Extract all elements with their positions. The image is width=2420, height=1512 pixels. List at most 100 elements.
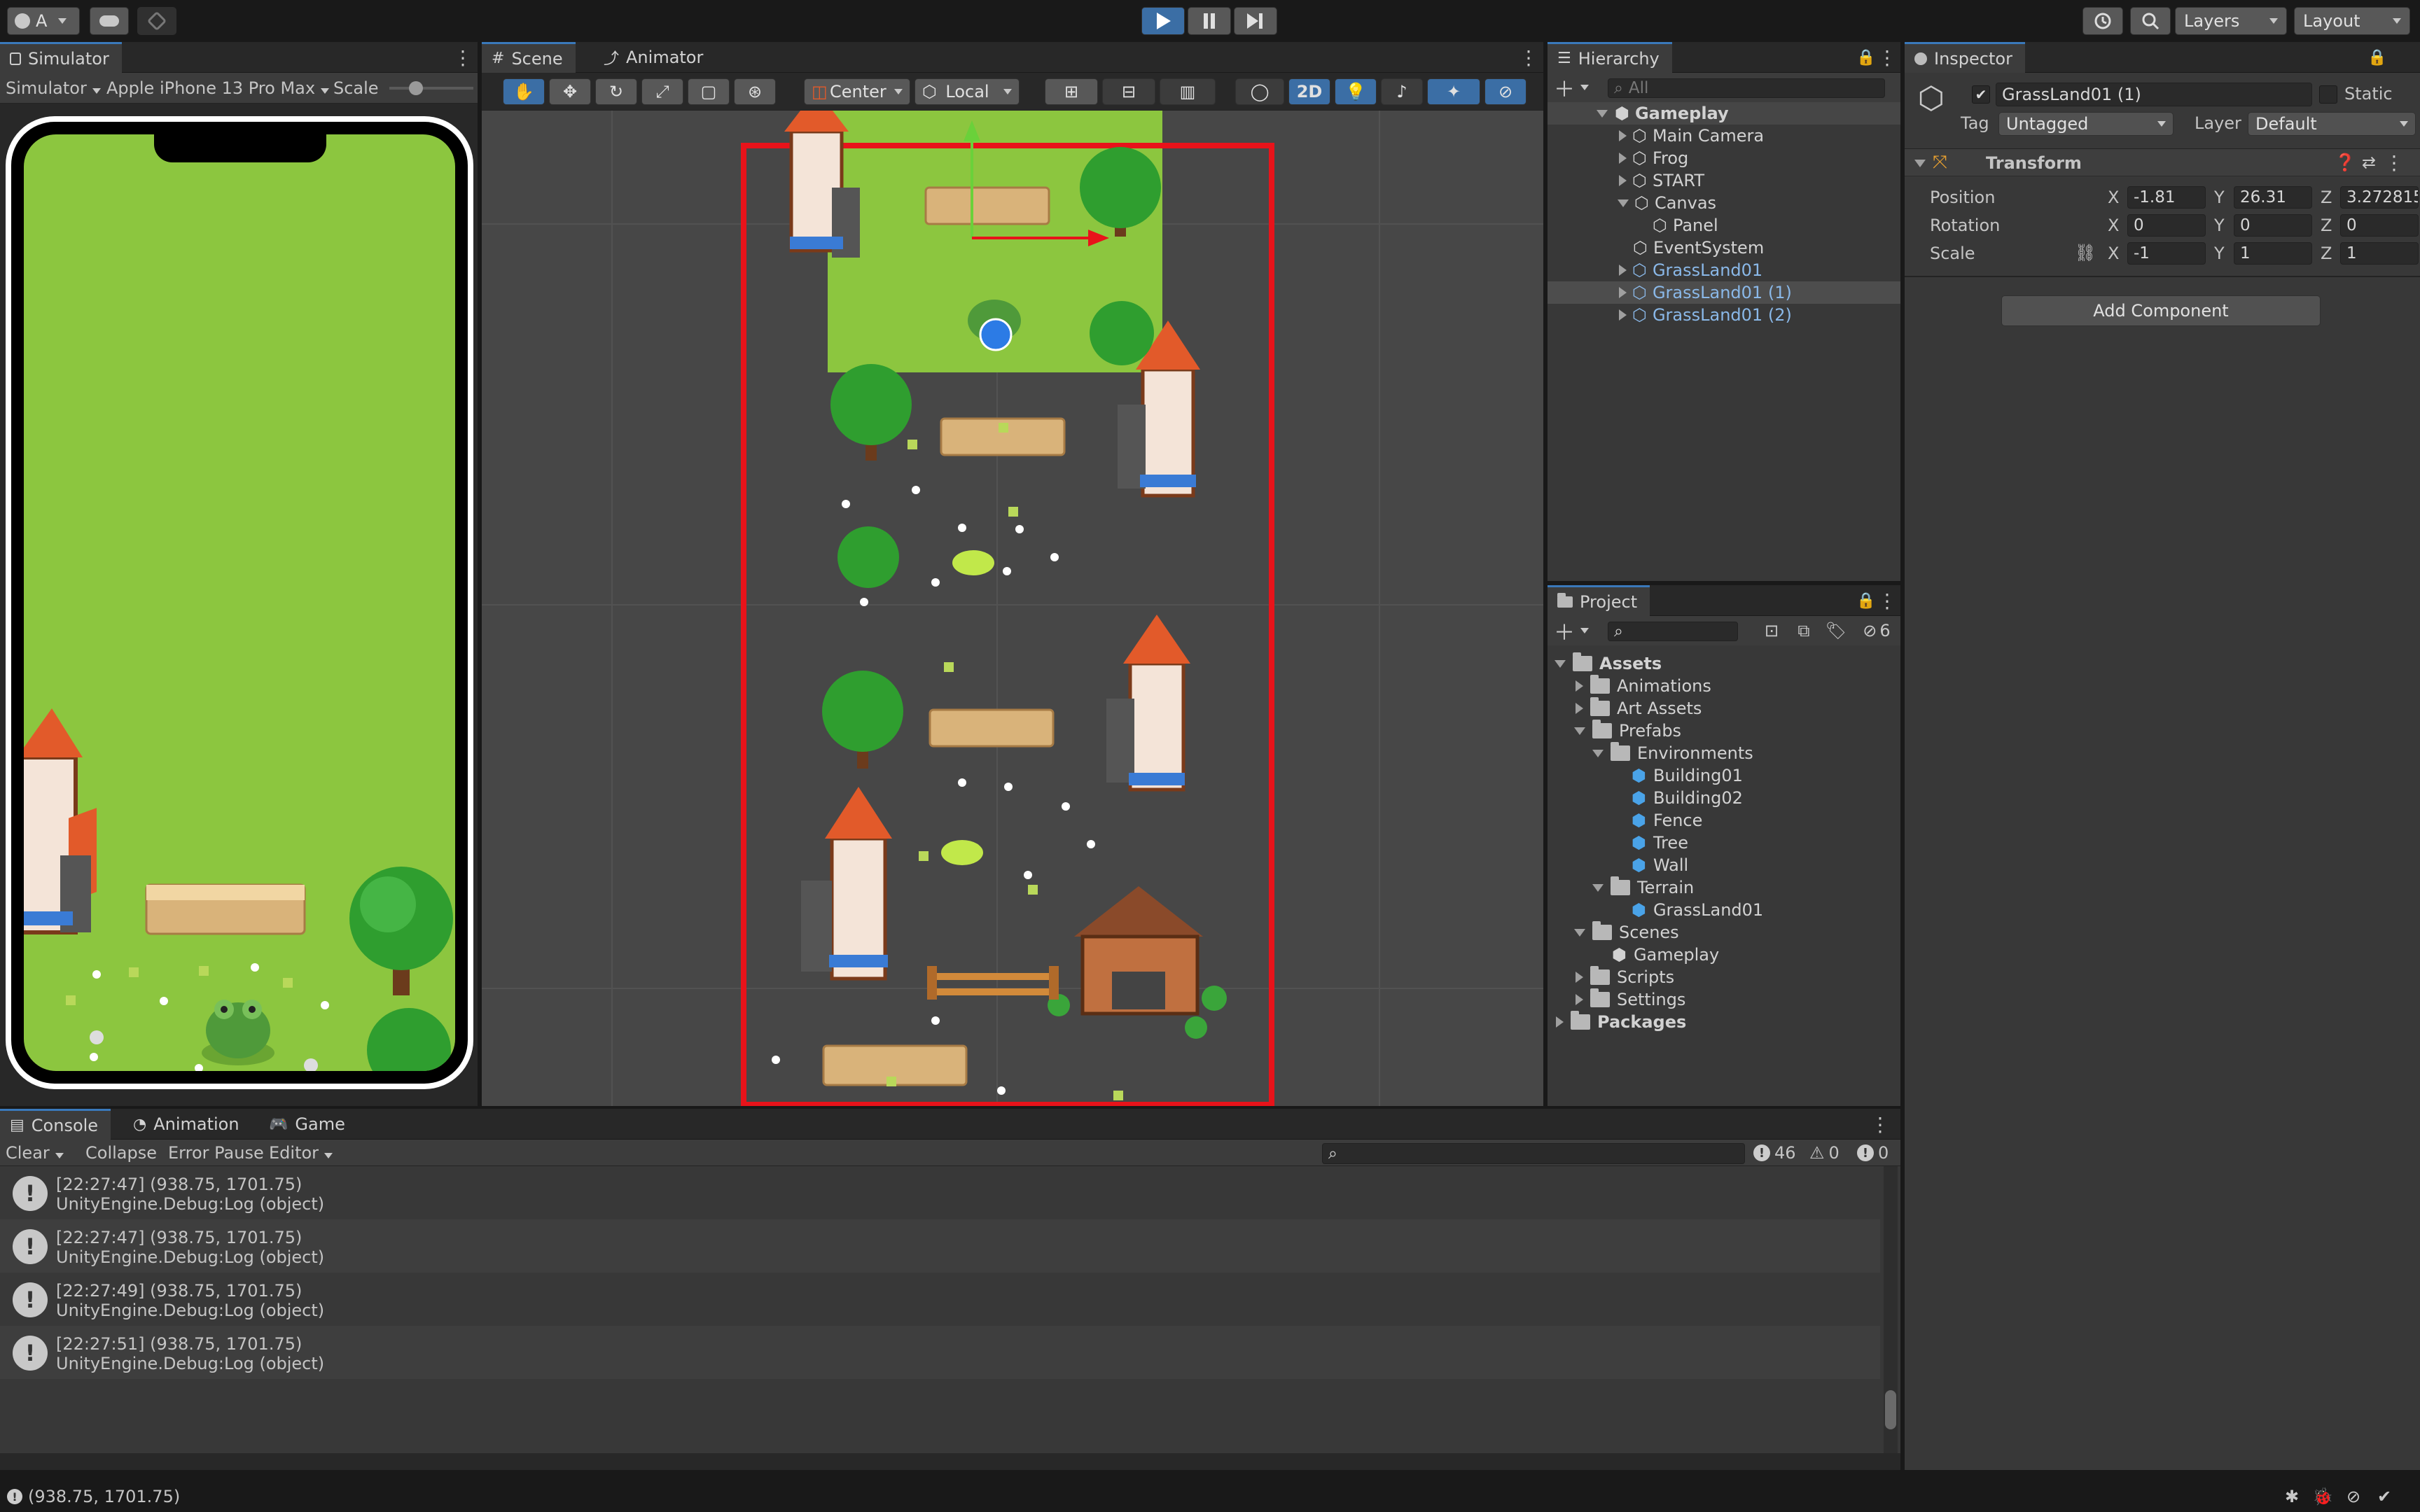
scale-tool-button[interactable]: ⤢ <box>641 78 683 105</box>
layout-dropdown[interactable]: Layout <box>2294 7 2410 35</box>
status-message[interactable]: ! (938.75, 1701.75) <box>7 1487 180 1506</box>
filter-by-label-icon[interactable]: ⧉ <box>1791 619 1816 643</box>
hierarchy-item[interactable]: ⬡ Panel <box>1548 214 1900 237</box>
project-item[interactable]: ⬢ GrassLand01 <box>1548 899 1900 921</box>
simulator-mode-dropdown[interactable]: Simulator <box>6 78 101 98</box>
scrollbar-thumb[interactable] <box>1885 1390 1896 1429</box>
lock-icon[interactable]: 🔒 <box>2367 45 2388 70</box>
tag-dropdown[interactable]: Untagged <box>1998 112 2174 136</box>
project-item[interactable]: ⬢ Wall <box>1548 854 1900 876</box>
auto-generate-lighting-icon[interactable]: ⊘ <box>2342 1485 2365 1508</box>
tab-simulator[interactable]: Simulator <box>0 42 122 73</box>
more-menu-icon[interactable]: ⋮ <box>1518 45 1539 70</box>
preset-icon[interactable]: ⇄ <box>2358 152 2379 173</box>
increment-snap-button[interactable]: ⊟ <box>1102 78 1155 105</box>
error-pause-toggle[interactable]: Error Pause <box>168 1143 264 1163</box>
draw-mode-dropdown[interactable]: ◯ <box>1235 78 1284 105</box>
tab-inspector[interactable]: Inspector <box>1905 42 2025 73</box>
hierarchy-item[interactable]: ⬡ Frog <box>1548 147 1900 169</box>
position-x-field[interactable]: -1.81 <box>2127 186 2206 209</box>
create-dropdown[interactable]: ＋ <box>1552 617 1591 645</box>
project-item[interactable]: Settings <box>1548 988 1900 1011</box>
pivot-dropdown[interactable]: ◫ Center <box>804 78 910 105</box>
add-dropdown[interactable]: ＋ <box>1552 74 1591 102</box>
static-checkbox[interactable] <box>2319 85 2337 104</box>
console-scrollbar[interactable] <box>1884 1166 1898 1453</box>
tab-hierarchy[interactable]: ☰ Hierarchy <box>1548 42 1672 73</box>
hand-tool-button[interactable]: ✋ <box>503 78 545 105</box>
scale-slider[interactable] <box>389 81 473 95</box>
project-item[interactable]: Scripts <box>1548 966 1900 988</box>
object-name-input[interactable]: GrassLand01 (1) <box>1996 83 2312 106</box>
audio-toggle-button[interactable]: ♪ <box>1381 78 1423 105</box>
move-tool-button[interactable]: ✥ <box>549 78 591 105</box>
search-button[interactable] <box>2130 7 2171 35</box>
console-search-input[interactable]: ⌕ <box>1322 1143 1745 1164</box>
transform-tool-button[interactable]: ⊛ <box>734 78 776 105</box>
hierarchy-item[interactable]: ⬡ Main Camera <box>1548 125 1900 147</box>
rect-tool-button[interactable]: ▢ <box>688 78 730 105</box>
log-entry[interactable]: ! [22:27:47] (938.75, 1701.75) UnityEngi… <box>0 1166 1880 1219</box>
pause-button[interactable] <box>1188 7 1231 35</box>
project-item[interactable]: Scenes <box>1548 921 1900 944</box>
scale-y-field[interactable]: 1 <box>2234 242 2312 265</box>
project-item[interactable]: Art Assets <box>1548 697 1900 720</box>
project-item-assets[interactable]: Assets <box>1548 652 1900 675</box>
more-menu-icon[interactable]: ⋮ <box>1870 1112 1891 1137</box>
tab-game[interactable]: 🎮 Game <box>259 1109 358 1140</box>
play-button[interactable] <box>1141 7 1185 35</box>
lock-icon[interactable]: 🔒 <box>1856 588 1877 613</box>
step-button[interactable] <box>1234 7 1277 35</box>
position-z-field[interactable]: 3.272815 <box>2340 186 2419 209</box>
debug-mode-icon[interactable]: ✱ <box>2280 1485 2304 1508</box>
clear-button[interactable]: Clear <box>6 1143 64 1163</box>
project-item[interactable]: ⬢ Building01 <box>1548 764 1900 787</box>
scale-x-field[interactable]: -1 <box>2127 242 2206 265</box>
lighting-toggle-button[interactable]: 💡 <box>1335 78 1377 105</box>
layers-dropdown[interactable]: Layers <box>2175 7 2287 35</box>
project-item[interactable]: ⬢ Fence <box>1548 809 1900 832</box>
device-dropdown[interactable]: Apple iPhone 13 Pro Max <box>106 78 330 98</box>
hierarchy-item[interactable]: ⬡ GrassLand01 (2) <box>1548 304 1900 326</box>
log-entry[interactable]: ! [22:27:51] (938.75, 1701.75) UnityEngi… <box>0 1326 1880 1379</box>
add-component-button[interactable]: Add Component <box>2001 295 2321 326</box>
layer-dropdown[interactable]: Default <box>2248 112 2416 136</box>
grid-snap-button[interactable]: ⊞ <box>1045 78 1098 105</box>
hierarchy-item[interactable]: ⬡ EventSystem <box>1548 237 1900 259</box>
more-menu-icon[interactable]: ⋮ <box>452 45 473 70</box>
progress-check-icon[interactable]: ✔ <box>2372 1485 2396 1508</box>
2d-toggle-button[interactable]: 2D <box>1288 78 1330 105</box>
rotate-tool-button[interactable]: ↻ <box>595 78 637 105</box>
search-by-type-icon[interactable]: ⊡ <box>1759 619 1784 643</box>
game-screen[interactable] <box>24 134 455 1071</box>
scale-z-field[interactable]: 1 <box>2340 242 2419 265</box>
rotation-y-field[interactable]: 0 <box>2234 214 2312 237</box>
collab-button[interactable] <box>137 7 176 35</box>
more-menu-icon[interactable]: ⋮ <box>2384 151 2405 174</box>
help-icon[interactable]: ❓ <box>2335 152 2356 173</box>
bug-icon[interactable]: 🐞 <box>2311 1485 2335 1508</box>
history-button[interactable] <box>2082 7 2123 35</box>
tab-animator[interactable]: ⤴ Animator <box>594 42 716 73</box>
tab-scene[interactable]: # Scene <box>482 42 576 73</box>
hierarchy-search-input[interactable]: ⌕ All <box>1608 78 1885 98</box>
transform-header[interactable]: ⤧ Transform ❓ ⇄ ⋮ <box>1905 148 2420 176</box>
log-entry[interactable]: ! [22:27:49] (938.75, 1701.75) UnityEngi… <box>0 1273 1880 1326</box>
tab-console[interactable]: ▤ Console <box>0 1109 111 1140</box>
project-item[interactable]: ⬢ Gameplay <box>1548 944 1900 966</box>
tag-icon[interactable]: 🏷 <box>1823 619 1849 643</box>
visibility-toggle-button[interactable]: ⊘ <box>1484 78 1527 105</box>
collapse-toggle[interactable]: Collapse <box>85 1143 157 1163</box>
project-item[interactable]: Animations <box>1548 675 1900 697</box>
scene-viewport[interactable] <box>482 111 1543 1106</box>
project-item[interactable]: Terrain <box>1548 876 1900 899</box>
scale-slider-thumb[interactable] <box>409 81 423 95</box>
rotation-x-field[interactable]: 0 <box>2127 214 2206 237</box>
constrain-proportions-icon[interactable]: ⛓ <box>2073 241 2098 265</box>
rotation-z-field[interactable]: 0 <box>2340 214 2419 237</box>
active-checkbox[interactable]: ✔ <box>1972 85 1990 104</box>
project-search-input[interactable]: ⌕ <box>1608 622 1738 641</box>
scene-root-row[interactable]: ⬢ Gameplay <box>1548 102 1900 125</box>
log-count-toggle[interactable]: ! 46 <box>1753 1143 1796 1163</box>
project-item-packages[interactable]: Packages <box>1548 1011 1900 1033</box>
